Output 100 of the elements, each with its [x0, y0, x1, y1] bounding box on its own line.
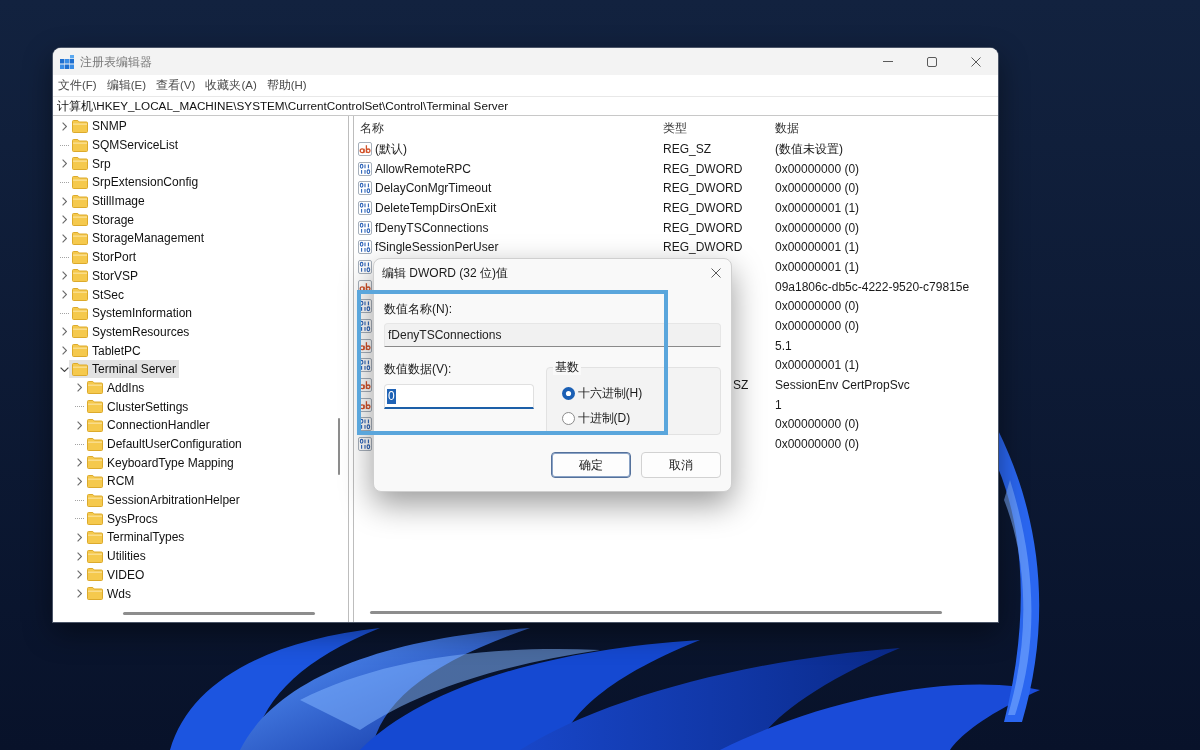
tree-item[interactable]: VIDEO [84, 565, 148, 584]
address-bar[interactable]: 计算机\HKEY_LOCAL_MACHINE\SYSTEM\CurrentControlSet\Control\Terminal Server [53, 96, 998, 116]
maximize-icon [927, 56, 937, 67]
menu-item[interactable]: 收藏夹(A) [200, 75, 262, 96]
folder-icon [72, 362, 88, 376]
chevron-right-icon[interactable] [62, 159, 67, 169]
menu-item[interactable]: 编辑(E) [101, 75, 152, 96]
chevron-right-icon[interactable] [62, 346, 67, 356]
folder-icon [72, 194, 88, 208]
folder-icon [87, 493, 103, 507]
value-type: REG_SZ [663, 141, 711, 156]
binary-value-icon [358, 200, 372, 215]
tree-item[interactable]: Terminal Server [69, 360, 180, 379]
value-data: 09a1806c-db5c-4222-9520-c79815e [775, 279, 970, 294]
column-header[interactable]: 数据 [769, 116, 998, 139]
value-data: 0x00000000 (0) [775, 437, 860, 452]
folder-icon [72, 119, 88, 133]
value-name[interactable]: DelayConMgrTimeout [375, 179, 492, 198]
tree-item[interactable]: ClusterSettings [84, 397, 192, 416]
value-name[interactable]: AllowRemoteRPC [375, 159, 472, 178]
dialog-button[interactable]: 确定 [551, 452, 631, 478]
radio-icon[interactable] [561, 411, 575, 425]
chevron-right-icon[interactable] [62, 327, 67, 337]
tree-item[interactable]: Srp [69, 154, 114, 173]
column-header[interactable]: 类型 [657, 116, 769, 139]
value-data: 0x00000000 (0) [775, 220, 860, 235]
tree-item[interactable]: SystemInformation [69, 304, 196, 323]
chevron-right-icon[interactable] [62, 271, 67, 281]
dialog-button[interactable]: 取消 [641, 452, 721, 478]
folder-icon [87, 418, 103, 432]
chevron-right-icon[interactable] [62, 233, 67, 243]
tree-item[interactable]: StillImage [69, 192, 148, 211]
folder-icon [87, 549, 103, 563]
value-data: 0x00000000 (0) [775, 319, 860, 334]
tree-item[interactable]: StSec [69, 285, 127, 304]
scrollbar-thumb[interactable] [338, 418, 340, 475]
scrollbar-thumb[interactable] [370, 611, 942, 614]
tree-item[interactable]: TabletPC [69, 341, 144, 360]
value-data: (数值未设置) [775, 141, 843, 156]
value-data: 0x00000000 (0) [775, 417, 860, 432]
value-input[interactable]: 0 [384, 384, 534, 409]
window-title: 注册表编辑器 [80, 53, 152, 71]
tree-item[interactable]: Utilities [84, 547, 149, 566]
value-data: 0x00000001 (1) [775, 259, 860, 274]
tree-item[interactable]: AddIns [84, 378, 148, 397]
folder-icon [72, 250, 88, 264]
menu-item[interactable]: 查看(V) [151, 75, 201, 96]
value-name[interactable]: (默认) [375, 139, 407, 158]
tree-item[interactable]: SystemResources [69, 322, 193, 341]
folder-icon [72, 269, 88, 283]
tree-item[interactable]: Wds [84, 584, 134, 603]
chevron-right-icon[interactable] [62, 215, 67, 225]
chevron-right-icon[interactable] [77, 383, 82, 393]
menu-item[interactable]: 帮助(H) [261, 75, 312, 96]
menu-item[interactable]: 文件(F) [53, 75, 102, 96]
chevron-right-icon[interactable] [62, 121, 67, 131]
selected-text: 0 [387, 388, 396, 404]
binary-value-icon [358, 240, 372, 255]
value-data: 0x00000001 (1) [775, 240, 860, 255]
value-type: SZ [733, 378, 749, 393]
tree-item[interactable]: ConnectionHandler [84, 416, 213, 435]
chevron-right-icon[interactable] [77, 420, 82, 430]
chevron-right-icon[interactable] [62, 196, 67, 206]
chevron-right-icon[interactable] [77, 551, 82, 561]
tree-item[interactable]: KeyboardType Mapping [84, 453, 237, 472]
tree-item[interactable]: SysProcs [84, 509, 161, 528]
dialog-title: 编辑 DWORD (32 位)值 [382, 265, 508, 282]
chevron-right-icon[interactable] [77, 458, 82, 468]
radio-option[interactable]: 十六进制(H) [561, 385, 720, 401]
tree-item[interactable]: SessionArbitrationHelper [84, 491, 243, 510]
folder-icon [72, 175, 88, 189]
tree-item[interactable]: TerminalTypes [84, 528, 188, 547]
binary-value-icon [358, 161, 372, 176]
tree-item[interactable]: StorPort [69, 248, 139, 267]
tree-item[interactable]: Storage [69, 210, 138, 229]
chevron-right-icon[interactable] [77, 589, 82, 599]
tree-item[interactable]: DefaultUserConfiguration [84, 435, 245, 454]
name-field[interactable]: fDenyTSConnections [384, 323, 721, 347]
tree-item[interactable]: StorageManagement [69, 229, 208, 248]
tree-item[interactable]: SrpExtensionConfig [69, 173, 202, 192]
chevron-down-icon[interactable] [60, 366, 69, 372]
radio-icon[interactable] [561, 386, 575, 400]
value-data: 0x00000000 (0) [775, 181, 860, 196]
tree-item[interactable]: SQMServiceList [69, 136, 182, 155]
folder-icon [87, 587, 103, 601]
value-type: REG_DWORD [663, 220, 743, 235]
chevron-right-icon[interactable] [77, 476, 82, 486]
value-name[interactable]: fDenyTSConnections [375, 218, 489, 237]
chevron-right-icon[interactable] [62, 290, 67, 300]
chevron-right-icon[interactable] [77, 532, 82, 542]
tree-item[interactable]: RCM [84, 472, 138, 491]
chevron-right-icon[interactable] [77, 570, 82, 580]
value-name[interactable]: DeleteTempDirsOnExit [375, 198, 497, 217]
tree-item[interactable]: StorVSP [69, 266, 142, 285]
tree-item[interactable]: SNMP [69, 117, 130, 136]
field-label: 数值名称(N): [384, 302, 452, 317]
scrollbar-thumb[interactable] [123, 612, 315, 615]
column-header[interactable]: 名称 [354, 116, 657, 139]
radio-option[interactable]: 十进制(D) [561, 410, 720, 426]
value-name[interactable]: fSingleSessionPerUser [375, 238, 499, 257]
